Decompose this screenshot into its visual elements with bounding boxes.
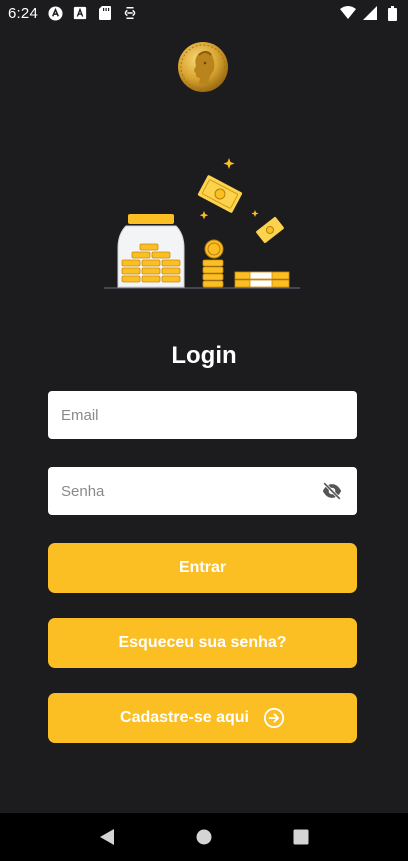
system-nav-bar [0, 813, 408, 861]
back-icon[interactable] [93, 823, 121, 851]
font-icon [72, 5, 88, 21]
status-left: 6:24 [8, 5, 138, 22]
forgot-password-label: Esqueceu sua senha? [118, 634, 287, 651]
password-field[interactable] [61, 467, 320, 515]
coin-icon [177, 41, 229, 93]
sd-card-icon [97, 5, 113, 21]
recents-icon[interactable] [287, 823, 315, 851]
home-icon[interactable] [190, 823, 218, 851]
money-jar-illustration [104, 156, 304, 292]
arrow-right-circle-icon [263, 707, 285, 729]
forgot-password-button[interactable]: Esqueceu sua senha? [48, 618, 357, 668]
email-field-container [48, 391, 357, 439]
status-time: 6:24 [8, 4, 38, 22]
screencast-icon [122, 5, 138, 21]
status-bar: 6:24 [0, 0, 408, 26]
signal-icon [362, 5, 378, 21]
email-field[interactable] [61, 391, 344, 439]
status-right [340, 5, 400, 21]
signup-button[interactable]: Cadastre-se aqui [48, 693, 357, 743]
password-field-container [48, 467, 357, 515]
battery-icon [384, 5, 400, 21]
wifi-icon [340, 5, 356, 21]
eye-off-icon[interactable] [320, 479, 344, 503]
signup-button-label: Cadastre-se aqui [120, 709, 249, 726]
login-button[interactable]: Entrar [48, 543, 357, 593]
login-screen: 6:24 Login Email Entrar Esqueceu sua sen… [0, 0, 408, 861]
page-title: Login [171, 342, 237, 369]
login-button-label: Entrar [178, 559, 227, 576]
autofill-icon [47, 5, 63, 21]
